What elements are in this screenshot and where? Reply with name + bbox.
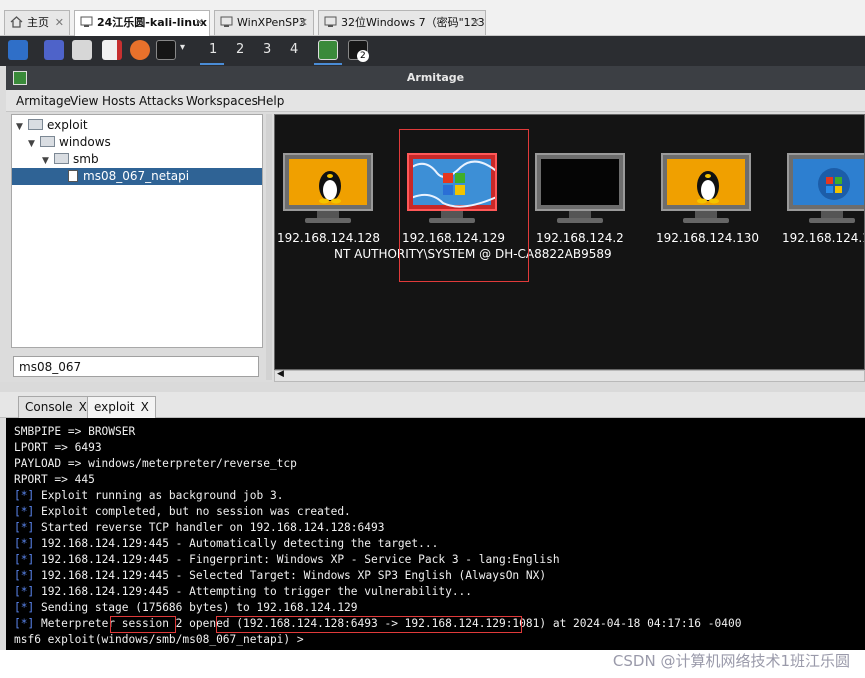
console-line: [*] Exploit running as background job 3. bbox=[14, 489, 284, 502]
console-line: [*] 192.168.124.129:445 - Attempting to … bbox=[14, 585, 473, 598]
expand-arrow-icon[interactable]: ▼ bbox=[16, 119, 28, 136]
task-count-badge: 2 bbox=[357, 50, 369, 62]
console-line: RPORT => 445 bbox=[14, 473, 95, 486]
vm-icon bbox=[220, 16, 233, 27]
module-search-input[interactable] bbox=[13, 356, 259, 377]
highlight-box bbox=[399, 129, 529, 282]
close-tab-button[interactable]: X bbox=[141, 400, 149, 414]
console-line: PAYLOAD => windows/meterpreter/reverse_t… bbox=[14, 457, 297, 470]
graph-horizontal-scrollbar[interactable]: ◀ bbox=[274, 369, 865, 382]
close-icon[interactable]: ✕ bbox=[299, 11, 308, 34]
vm-tab-kali[interactable]: 24江乐圆-kali-linux ✕ bbox=[74, 10, 210, 36]
vm-tab-home[interactable]: 主页 ✕ bbox=[4, 10, 70, 35]
workspace-2[interactable]: 2 bbox=[236, 42, 244, 57]
home-icon bbox=[10, 16, 23, 28]
module-file-icon bbox=[68, 170, 78, 182]
console-line: LPORT => 6493 bbox=[14, 441, 102, 454]
menu-attacks[interactable]: Attacks bbox=[139, 94, 184, 108]
vm-tab-label: 24江乐圆-kali-linux bbox=[97, 16, 208, 29]
host-192-168-124-130[interactable] bbox=[661, 153, 751, 225]
highlight-box bbox=[110, 616, 176, 633]
host-ip-label: 192.168.124.128 bbox=[277, 231, 381, 245]
monitor-icon bbox=[535, 153, 625, 211]
tab-exploit[interactable]: exploit X bbox=[87, 396, 156, 418]
unknown-os-screen-icon bbox=[541, 159, 619, 205]
close-icon[interactable]: ✕ bbox=[195, 11, 204, 34]
console-line: [*] 192.168.124.129:445 - Fingerprint: W… bbox=[14, 553, 560, 566]
active-task-indicator bbox=[314, 63, 342, 65]
tree-node-windows[interactable]: ▼ windows bbox=[28, 134, 111, 151]
menu-bar: Armitage View Hosts Attacks Workspaces H… bbox=[6, 90, 865, 112]
console-line: [*] Sending stage (175686 bytes) to 192.… bbox=[14, 601, 358, 614]
workspace-3[interactable]: 3 bbox=[263, 42, 271, 57]
folder-icon bbox=[28, 119, 43, 130]
vm-tab-bar: 主页 ✕ 24江乐圆-kali-linux ✕ WinXPenSP3 ✕ 32位… bbox=[0, 0, 865, 36]
watermark: CSDN @计算机网络技术1班江乐圆 bbox=[612, 652, 850, 670]
host-192-168-124-1[interactable] bbox=[787, 153, 864, 225]
host-192-168-124-128[interactable] bbox=[283, 153, 373, 225]
vm-tab-label: 32位Windows 7（密码"1234... bbox=[341, 16, 485, 29]
vm-tab-label: 主页 bbox=[27, 16, 49, 29]
console-line: [*] 192.168.124.129:445 - Automatically … bbox=[14, 537, 439, 550]
console-line: [*] Started reverse TCP handler on 192.1… bbox=[14, 521, 385, 534]
windows-7-logo-icon bbox=[793, 159, 864, 205]
kali-menu-icon[interactable] bbox=[8, 40, 28, 60]
console-line: SMBPIPE => BROWSER bbox=[14, 425, 136, 438]
host-192-168-124-2[interactable] bbox=[535, 153, 625, 225]
folder-icon bbox=[54, 153, 69, 164]
monitor-icon bbox=[661, 153, 751, 211]
vertical-splitter[interactable] bbox=[266, 114, 272, 380]
monitor-icon bbox=[283, 153, 373, 211]
window-title: Armitage bbox=[406, 71, 465, 84]
menu-workspaces[interactable]: Workspaces bbox=[186, 94, 258, 108]
tree-node-smb[interactable]: ▼ smb bbox=[42, 151, 99, 168]
close-icon[interactable]: ✕ bbox=[471, 11, 480, 34]
menu-view[interactable]: View bbox=[70, 94, 98, 108]
kali-panel: ▾ 1 2 3 4 2 bbox=[0, 36, 865, 66]
console-prompt[interactable]: msf6 exploit(windows/smb/ms08_067_netapi… bbox=[14, 632, 304, 648]
vm-tab-label: WinXPenSP3 bbox=[237, 16, 306, 29]
expand-arrow-icon[interactable]: ▼ bbox=[28, 136, 40, 153]
terminal-icon[interactable] bbox=[156, 40, 176, 60]
vm-tab-winxp[interactable]: WinXPenSP3 ✕ bbox=[214, 10, 314, 35]
close-tab-button[interactable]: X bbox=[79, 400, 87, 414]
tree-node-exploit[interactable]: ▼ exploit bbox=[16, 117, 88, 134]
close-icon[interactable]: ✕ bbox=[55, 11, 64, 34]
folder-icon bbox=[40, 136, 55, 147]
window-titlebar: Armitage bbox=[6, 66, 865, 90]
tab-console[interactable]: Console X bbox=[18, 396, 94, 418]
vm-icon bbox=[80, 16, 93, 27]
file-manager-icon[interactable] bbox=[72, 40, 92, 60]
firefox-icon[interactable] bbox=[130, 40, 150, 60]
armitage-task-icon[interactable] bbox=[318, 40, 338, 60]
scroll-left-arrow-icon[interactable]: ◀ bbox=[277, 369, 284, 379]
console-line: [*] 192.168.124.129:445 - Selected Targe… bbox=[14, 569, 547, 582]
linux-tux-icon bbox=[667, 159, 745, 205]
monitor-icon bbox=[787, 153, 864, 211]
linux-tux-icon bbox=[289, 159, 367, 205]
text-editor-icon[interactable] bbox=[102, 40, 122, 60]
highlight-box bbox=[216, 616, 522, 633]
console-line: [*] Exploit completed, but no session wa… bbox=[14, 505, 351, 518]
menu-help[interactable]: Help bbox=[257, 94, 284, 108]
chevron-down-icon[interactable]: ▾ bbox=[180, 42, 185, 53]
targets-graph[interactable]: 192.168.124.128 192.168.124.129 NT AUTHO… bbox=[274, 114, 865, 370]
vm-icon bbox=[324, 16, 337, 27]
host-ip-label: 192.168.124.130 bbox=[656, 231, 760, 245]
vm-tab-win7[interactable]: 32位Windows 7（密码"1234... ✕ bbox=[318, 10, 486, 35]
tree-node-ms08-067-netapi[interactable]: ms08_067_netapi bbox=[12, 168, 262, 185]
host-ip-label: 192.168.124.1 bbox=[782, 231, 865, 245]
console-output[interactable]: SMBPIPE => BROWSER LPORT => 6493 PAYLOAD… bbox=[6, 418, 865, 650]
workspace-4[interactable]: 4 bbox=[290, 42, 298, 57]
horizontal-splitter[interactable] bbox=[0, 382, 865, 392]
module-tree: ▼ exploit ▼ windows ▼ smb ms08_067_netapi bbox=[11, 114, 263, 348]
active-workspace-indicator bbox=[200, 63, 224, 65]
console-tab-bar: Console X exploit X bbox=[0, 392, 865, 418]
workspace-1[interactable]: 1 bbox=[209, 42, 217, 57]
host-ip-label: 192.168.124.2 bbox=[536, 231, 624, 245]
menu-armitage[interactable]: Armitage bbox=[16, 94, 71, 108]
menu-hosts[interactable]: Hosts bbox=[102, 94, 136, 108]
show-desktop-icon[interactable] bbox=[44, 40, 64, 60]
